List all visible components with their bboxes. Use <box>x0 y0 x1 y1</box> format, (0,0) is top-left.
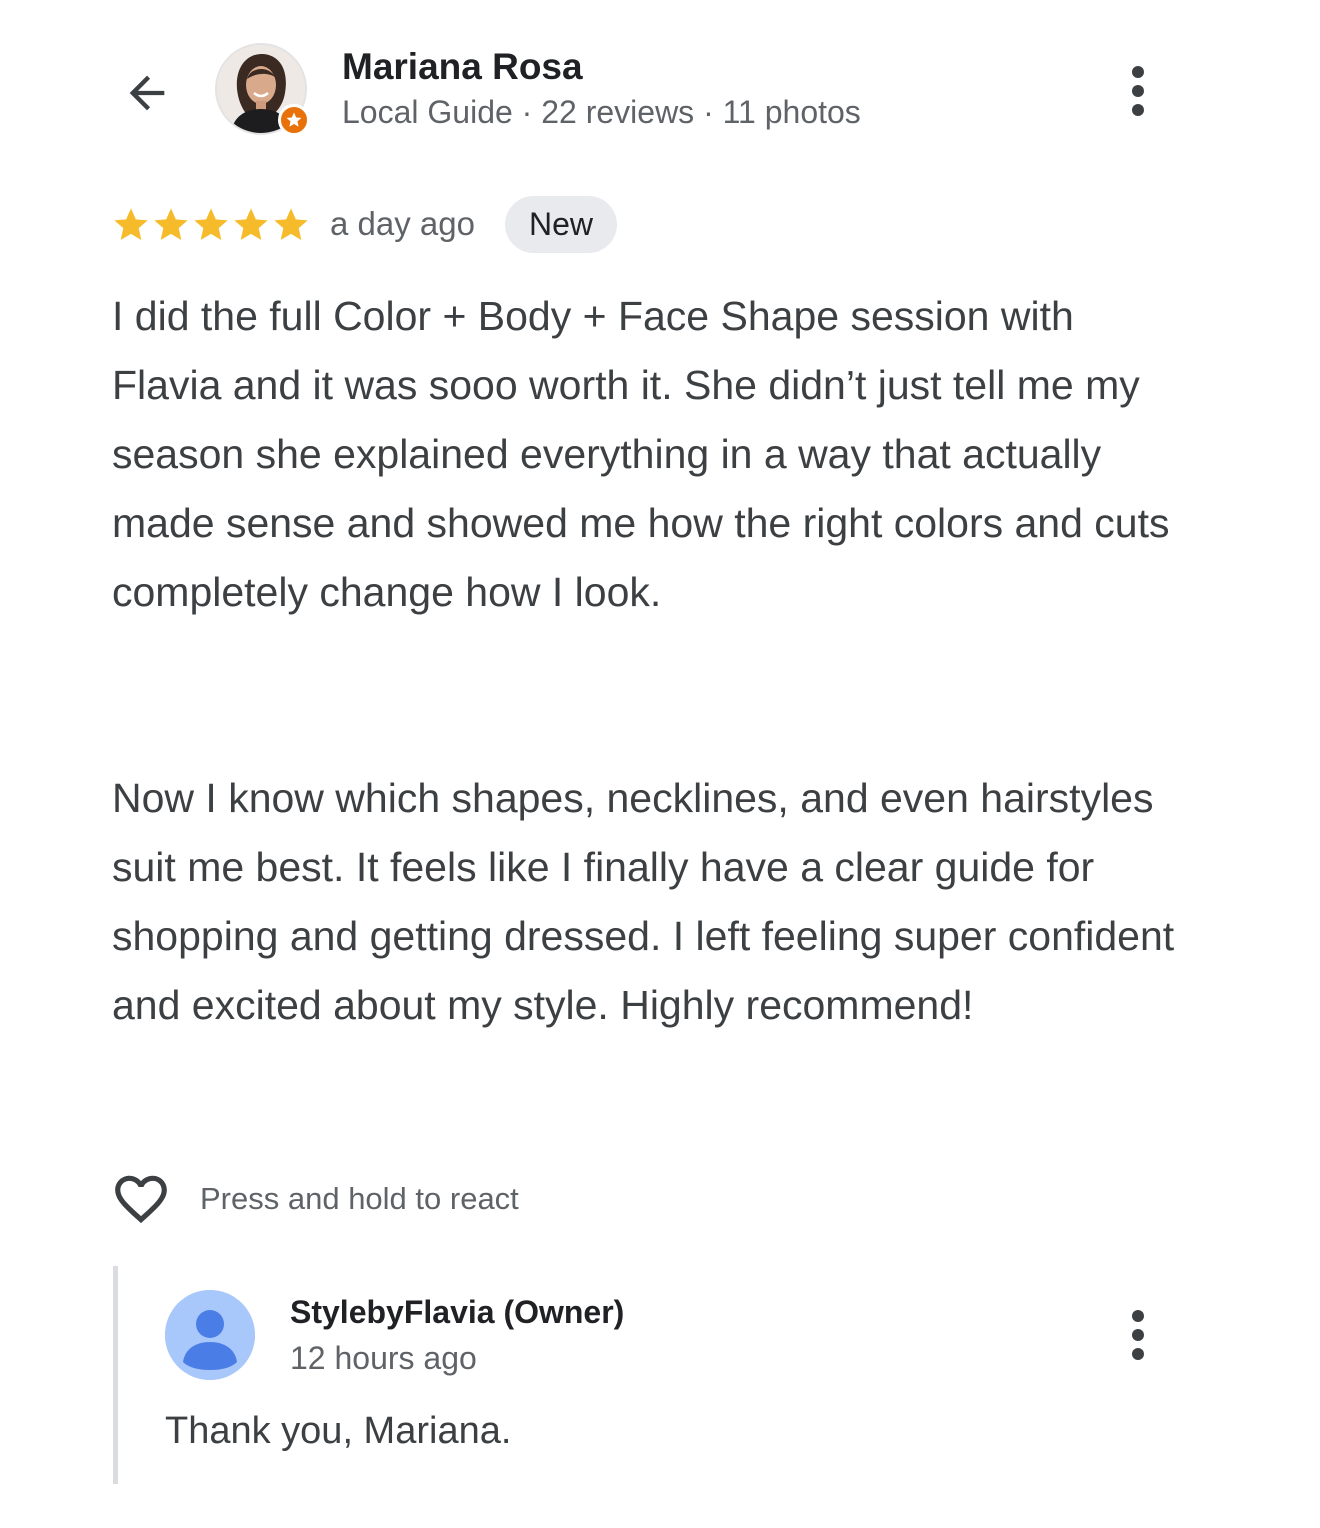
reply-more-options-button[interactable] <box>1118 1300 1158 1370</box>
review-time: a day ago <box>330 205 475 242</box>
star-icon <box>194 208 228 240</box>
review-paragraph-2: Now I know which shapes, necklines, and … <box>112 775 1175 1028</box>
reply-indent-bar <box>113 1266 118 1484</box>
reviewer-meta: Local Guide · 22 reviews · 11 photos <box>342 94 861 130</box>
star-icon <box>234 208 268 240</box>
star-icon <box>154 208 188 240</box>
owner-name: StylebyFlavia (Owner) <box>290 1294 625 1330</box>
review-paragraph-1: I did the full Color + Body + Face Shape… <box>112 293 1170 615</box>
star-icon <box>274 208 308 240</box>
new-badge: New <box>505 196 618 253</box>
heart-outline-icon <box>115 1175 167 1224</box>
owner-reply-text: Thank you, Mariana. <box>165 1410 512 1452</box>
owner-reply-time: 12 hours ago <box>290 1340 477 1376</box>
reviewer-name[interactable]: Mariana Rosa <box>342 46 583 88</box>
more-vertical-icon <box>1132 1310 1144 1322</box>
react-button[interactable]: Press and hold to react <box>110 1168 519 1230</box>
more-options-button[interactable] <box>1118 56 1158 126</box>
star-rating <box>111 203 311 247</box>
react-label: Press and hold to react <box>200 1181 519 1216</box>
review-screen: { "header": { "back_icon": "arrow-back-i… <box>0 0 1320 1528</box>
person-icon <box>165 1290 255 1380</box>
star-icon <box>114 208 148 240</box>
reviewer-avatar[interactable] <box>215 43 310 136</box>
local-guide-star-icon <box>278 104 310 136</box>
owner-avatar <box>165 1290 255 1380</box>
more-vertical-icon <box>1132 66 1144 78</box>
back-button[interactable] <box>112 58 182 128</box>
arrow-back-icon <box>129 75 165 111</box>
